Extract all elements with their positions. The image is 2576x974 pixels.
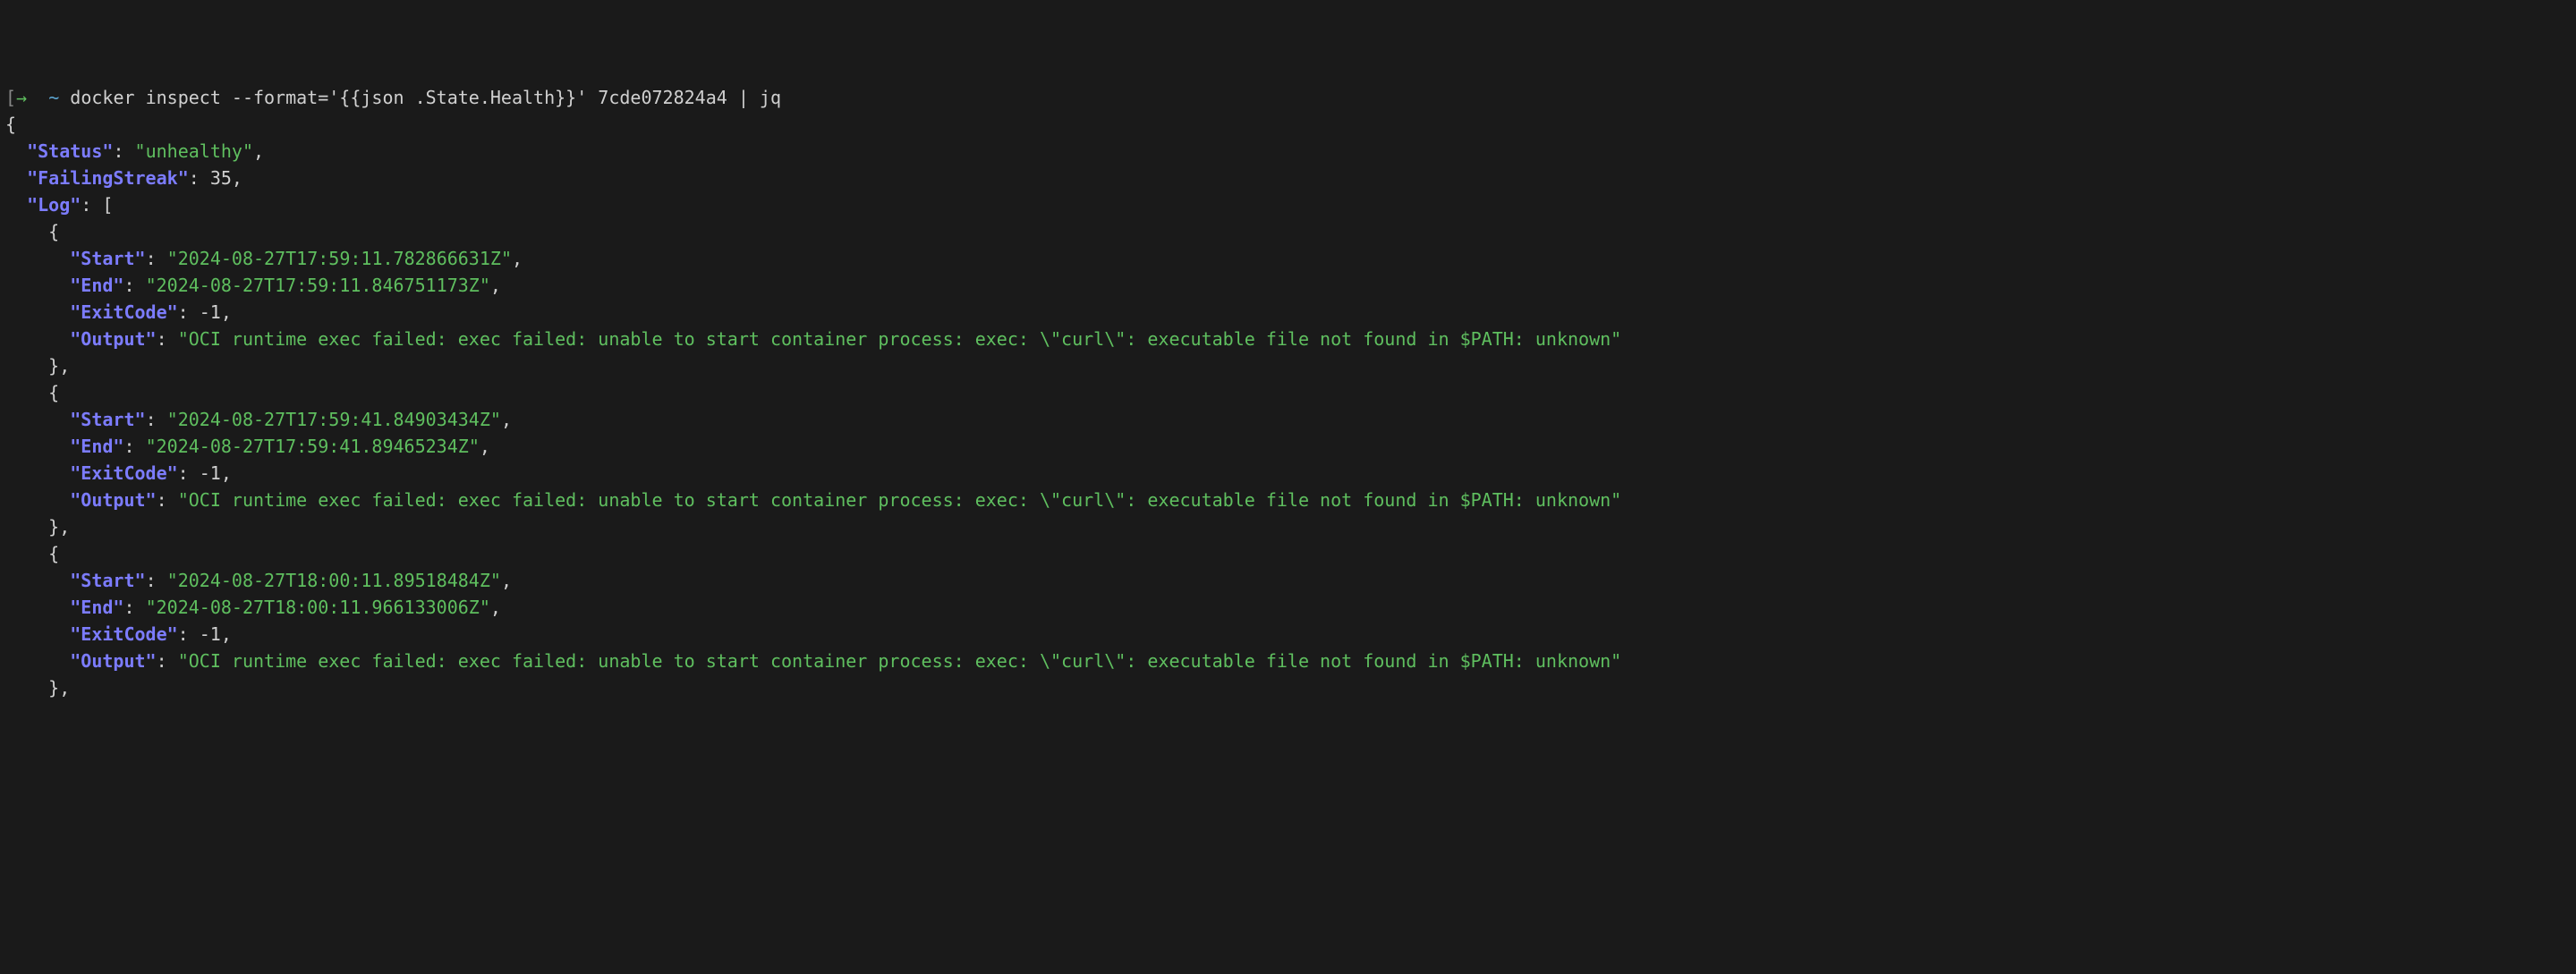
json-key: "Output" bbox=[70, 489, 156, 511]
json-number-value: -1 bbox=[200, 462, 221, 484]
json-string-value: "2024-08-27T17:59:41.84903434Z" bbox=[167, 409, 501, 430]
json-key: "Start" bbox=[70, 409, 145, 430]
json-key: "ExitCode" bbox=[70, 301, 177, 323]
json-key: "Output" bbox=[70, 650, 156, 672]
json-string-value: "2024-08-27T18:00:11.89518484Z" bbox=[167, 570, 501, 591]
json-string-value: "2024-08-27T17:59:41.89465234Z" bbox=[146, 436, 480, 457]
json-string-value: "2024-08-27T17:59:11.782866631Z" bbox=[167, 248, 512, 269]
json-string-value: "OCI runtime exec failed: exec failed: u… bbox=[178, 328, 1622, 350]
json-key: "Start" bbox=[70, 570, 145, 591]
json-string-value: "unhealthy" bbox=[135, 140, 253, 162]
json-string-value: "OCI runtime exec failed: exec failed: u… bbox=[178, 650, 1622, 672]
json-number-value: -1 bbox=[200, 623, 221, 645]
json-number-value: 35 bbox=[210, 167, 232, 189]
json-key: "FailingStreak" bbox=[27, 167, 189, 189]
json-key: "End" bbox=[70, 275, 123, 296]
prompt-line: [→ ~ docker inspect --format='{{json .St… bbox=[5, 87, 781, 108]
json-key: "Start" bbox=[70, 248, 145, 269]
json-key: "End" bbox=[70, 436, 123, 457]
json-key: "Output" bbox=[70, 328, 156, 350]
prompt-tilde: ~ bbox=[48, 87, 59, 108]
json-string-value: "2024-08-27T17:59:11.846751173Z" bbox=[146, 275, 490, 296]
json-open-brace: { bbox=[5, 114, 16, 135]
json-string-value: "2024-08-27T18:00:11.966133006Z" bbox=[146, 597, 490, 618]
command-text: docker inspect --format='{{json .State.H… bbox=[70, 87, 781, 108]
json-key: "Log" bbox=[27, 194, 81, 216]
json-number-value: -1 bbox=[200, 301, 221, 323]
json-key: "Status" bbox=[27, 140, 113, 162]
json-key: "ExitCode" bbox=[70, 462, 177, 484]
json-string-value: "OCI runtime exec failed: exec failed: u… bbox=[178, 489, 1622, 511]
prompt-arrow-icon: → bbox=[16, 87, 27, 108]
json-key: "End" bbox=[70, 597, 123, 618]
terminal-output[interactable]: [→ ~ docker inspect --format='{{json .St… bbox=[5, 84, 2571, 701]
json-key: "ExitCode" bbox=[70, 623, 177, 645]
